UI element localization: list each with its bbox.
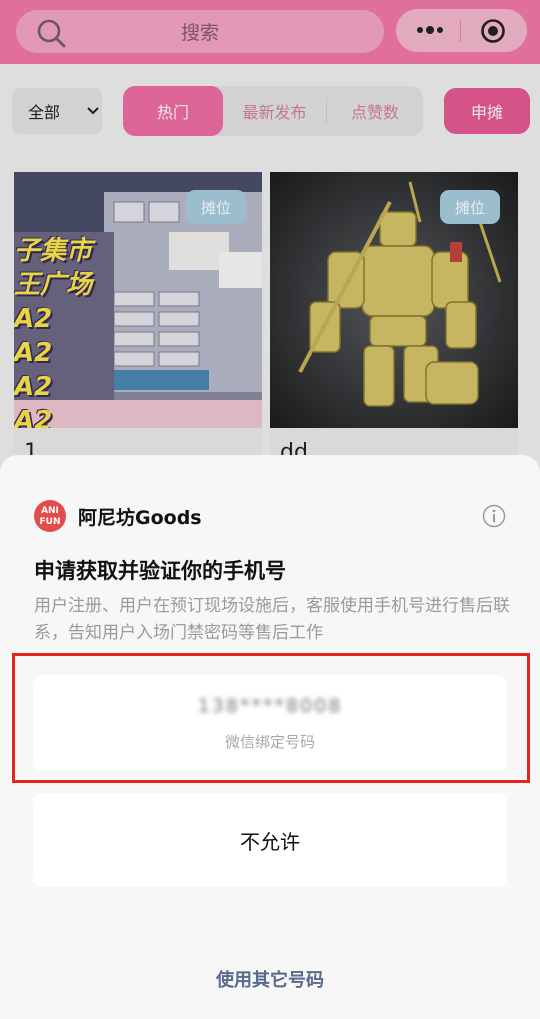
sheet-description: 用户注册、用户在预订现场设施后，客服使用手机号进行售后联系，告知用户入场门禁密码… (34, 596, 510, 643)
info-icon[interactable] (482, 504, 506, 528)
deny-button[interactable]: 不允许 (33, 793, 507, 887)
use-other-number-link[interactable]: 使用其它号码 (0, 966, 540, 992)
sheet-title: 申请获取并验证你的手机号 (34, 559, 286, 583)
app-name: 阿尼坊Goods (78, 507, 202, 529)
phone-auth-sheet: ANI FUN 阿尼坊Goods 申请获取并验证你的手机号 用户注册、用户在预订… (0, 455, 540, 1019)
app-logo: ANI FUN (34, 500, 66, 532)
logo-text-top: ANI (41, 506, 59, 516)
logo-text-bottom: FUN (39, 517, 61, 527)
red-highlight-box (12, 653, 530, 783)
